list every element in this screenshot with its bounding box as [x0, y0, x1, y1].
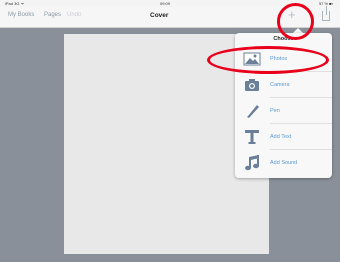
camera-label: Camera — [270, 82, 290, 88]
menu-item-add-text[interactable]: Add Text — [235, 125, 332, 149]
share-icon[interactable] — [322, 6, 330, 21]
clock-text: 09:09 — [160, 1, 171, 6]
camera-icon — [245, 79, 259, 91]
sound-icon — [245, 155, 259, 171]
annotation-circle-add — [277, 3, 314, 40]
annotation-ellipse-photos — [207, 46, 329, 74]
add-text-label: Add Text — [270, 134, 292, 140]
divider — [270, 123, 332, 124]
page-title: Cover — [150, 12, 169, 19]
divider — [270, 97, 332, 98]
pages-button[interactable]: Pages — [44, 12, 61, 18]
popover-title: Choose — [273, 36, 294, 42]
undo-button[interactable]: Undo — [67, 12, 81, 18]
menu-item-add-sound[interactable]: Add Sound — [235, 151, 332, 175]
my-books-button[interactable]: My Books — [8, 12, 34, 18]
menu-item-pen[interactable]: Pen — [235, 99, 332, 123]
text-icon — [245, 130, 259, 144]
pen-label: Pen — [270, 108, 280, 114]
divider — [270, 149, 332, 150]
add-sound-label: Add Sound — [270, 160, 298, 166]
menu-item-camera[interactable]: Camera — [235, 73, 332, 97]
pen-icon — [246, 105, 259, 118]
